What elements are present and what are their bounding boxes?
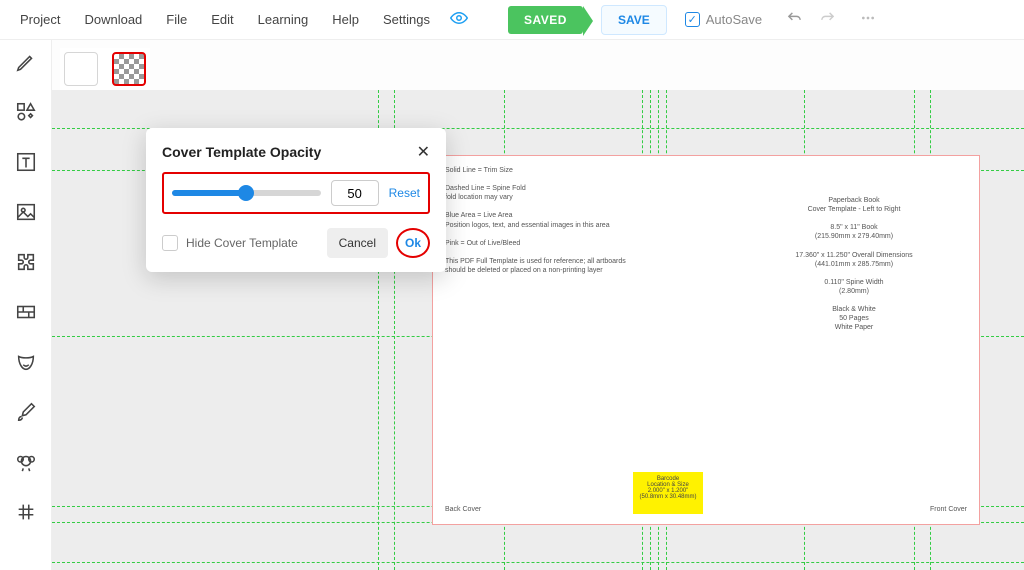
cover-template: Solid Line = Trim Size Dashed Line = Spi… [432,155,980,525]
front-cover-label: Front Cover [930,505,967,514]
save-button[interactable]: SAVE [601,5,667,35]
saved-status: SAVED [508,6,583,34]
more-icon[interactable] [860,10,876,29]
menu-learning[interactable]: Learning [248,6,319,33]
opacity-swatch[interactable] [112,52,146,86]
pencil-icon[interactable] [14,50,38,74]
opacity-slider[interactable] [172,190,321,196]
menu-project[interactable]: Project [10,6,70,33]
menu-help[interactable]: Help [322,6,369,33]
menu-edit[interactable]: Edit [201,6,243,33]
grid-icon[interactable] [14,500,38,524]
autosave-label: AutoSave [706,12,762,27]
check-icon: ✓ [685,12,700,27]
mask-icon[interactable] [14,350,38,374]
reset-link[interactable]: Reset [389,186,420,200]
opacity-dialog: Cover Template Opacity ✕ Reset Hide Cove… [146,128,446,272]
menu-settings[interactable]: Settings [373,6,440,33]
hide-template-checkbox[interactable]: Hide Cover Template [162,235,298,251]
color-swatch[interactable] [64,52,98,86]
undo-icon[interactable] [786,10,803,30]
dialog-title: Cover Template Opacity [162,144,321,160]
undo-redo-group [786,10,836,30]
back-cover-label: Back Cover [445,505,481,514]
cover-left-notes: Solid Line = Trim Size Dashed Line = Spi… [445,166,645,275]
cover-right-notes: Paperback BookCover Template - Left to R… [759,196,949,332]
barcode-box: Barcode Location & Size 2.000" x 1.200" … [633,472,703,514]
close-icon[interactable]: ✕ [417,142,430,162]
shapes-icon[interactable] [14,100,38,124]
redo-icon[interactable] [819,10,836,30]
menu-download[interactable]: Download [74,6,152,33]
checkbox-icon [162,235,178,251]
hide-template-label: Hide Cover Template [186,236,298,250]
opacity-input[interactable] [331,180,379,206]
canvas-area: Solid Line = Trim Size Dashed Line = Spi… [52,40,1024,570]
brick-icon[interactable] [14,300,38,324]
top-menubar: Project Download File Edit Learning Help… [0,0,1024,40]
opacity-slider-row: Reset [162,172,430,214]
barcode-l4: (50.8mm x 30.48mm) [633,494,703,500]
brush-icon[interactable] [14,400,38,424]
sheep-icon[interactable] [14,450,38,474]
ok-button[interactable]: Ok [395,231,431,255]
image-icon[interactable] [14,200,38,224]
menu-file[interactable]: File [156,6,197,33]
left-sidebar [0,40,52,570]
autosave-toggle[interactable]: ✓ AutoSave [685,12,762,27]
ok-highlight: Ok [396,228,430,258]
cancel-button[interactable]: Cancel [327,228,388,258]
puzzle-icon[interactable] [14,250,38,274]
canvas-toolbar [60,48,150,90]
slider-thumb[interactable] [238,185,254,201]
preview-icon[interactable] [450,9,468,30]
text-icon[interactable] [14,150,38,174]
